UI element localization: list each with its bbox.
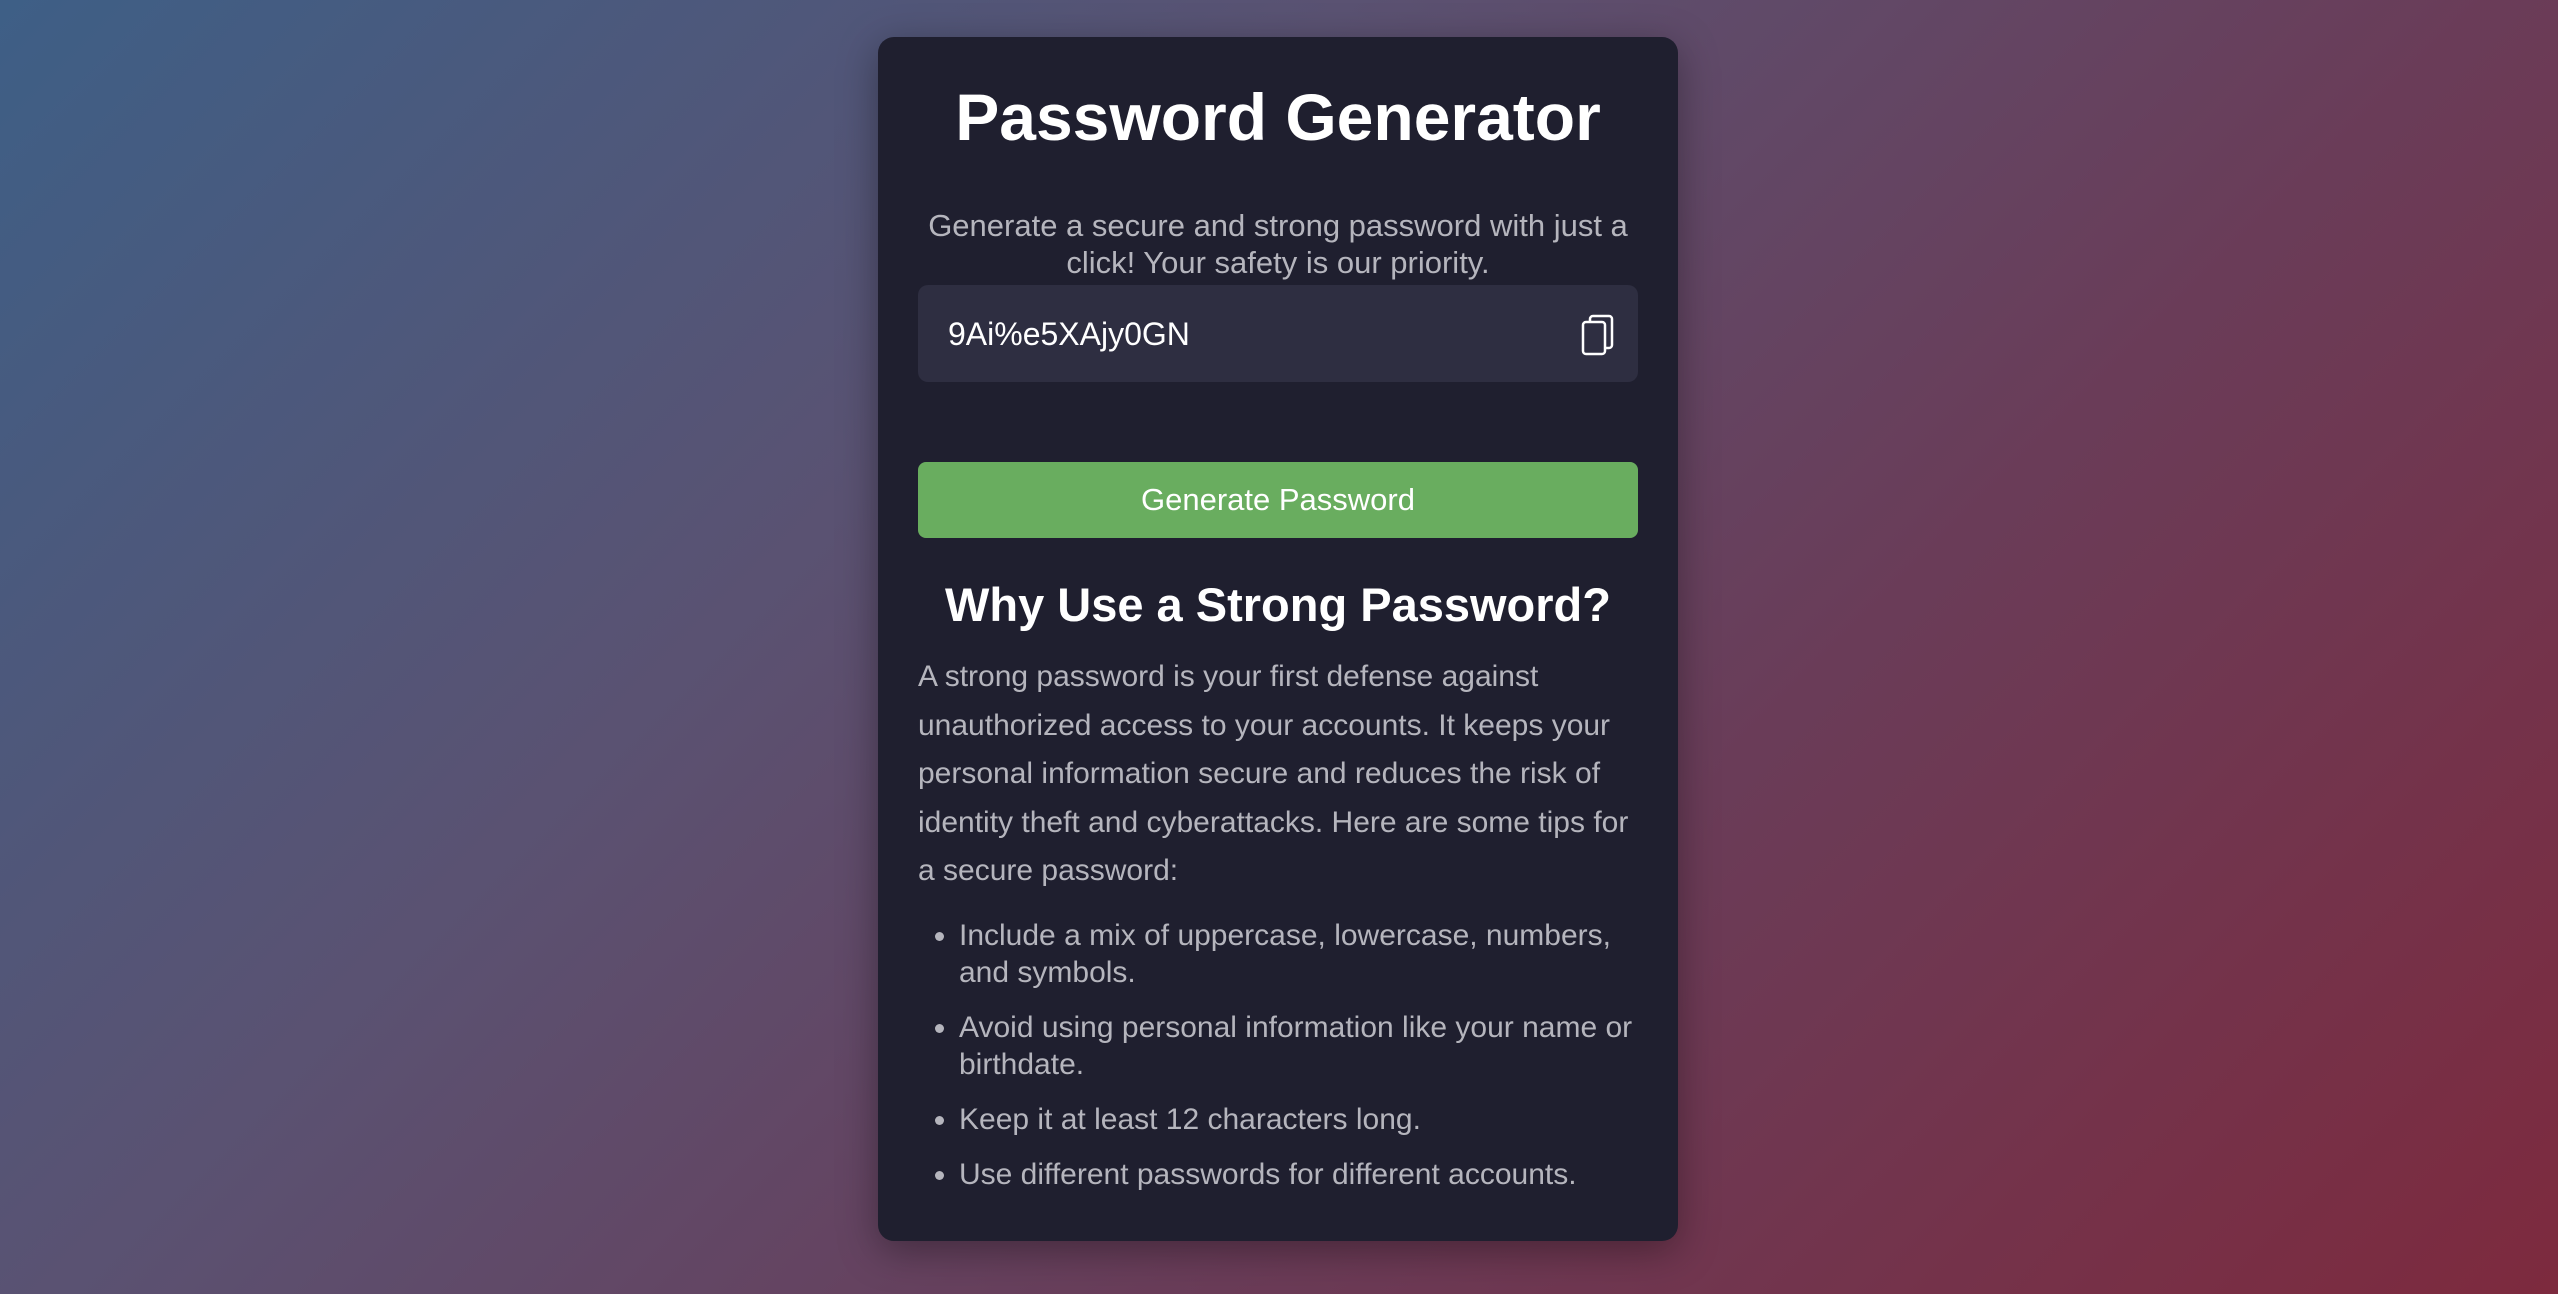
tip-item: Keep it at least 12 characters long. — [959, 1101, 1648, 1138]
info-paragraph: A strong password is your first defense … — [918, 660, 1629, 887]
tip-item: Include a mix of uppercase, lowercase, n… — [959, 917, 1648, 991]
tip-item: Avoid using personal information like yo… — [959, 1009, 1648, 1083]
info-heading: Why Use a Strong Password? — [945, 578, 1611, 631]
generate-password-button[interactable]: Generate Password — [918, 462, 1638, 538]
password-field[interactable] — [946, 285, 1550, 384]
copy-icon — [1581, 314, 1614, 356]
password-display — [918, 285, 1638, 384]
tip-item: Use different passwords for different ac… — [959, 1156, 1648, 1193]
tips-list: Include a mix of uppercase, lowercase, n… — [918, 917, 1648, 1211]
page-title: Password Generator — [955, 80, 1601, 154]
copy-button[interactable] — [1580, 314, 1616, 356]
page-subtitle: Generate a secure and strong password wi… — [928, 208, 1628, 280]
password-generator-card: Password Generator Generate a secure and… — [878, 37, 1678, 1241]
